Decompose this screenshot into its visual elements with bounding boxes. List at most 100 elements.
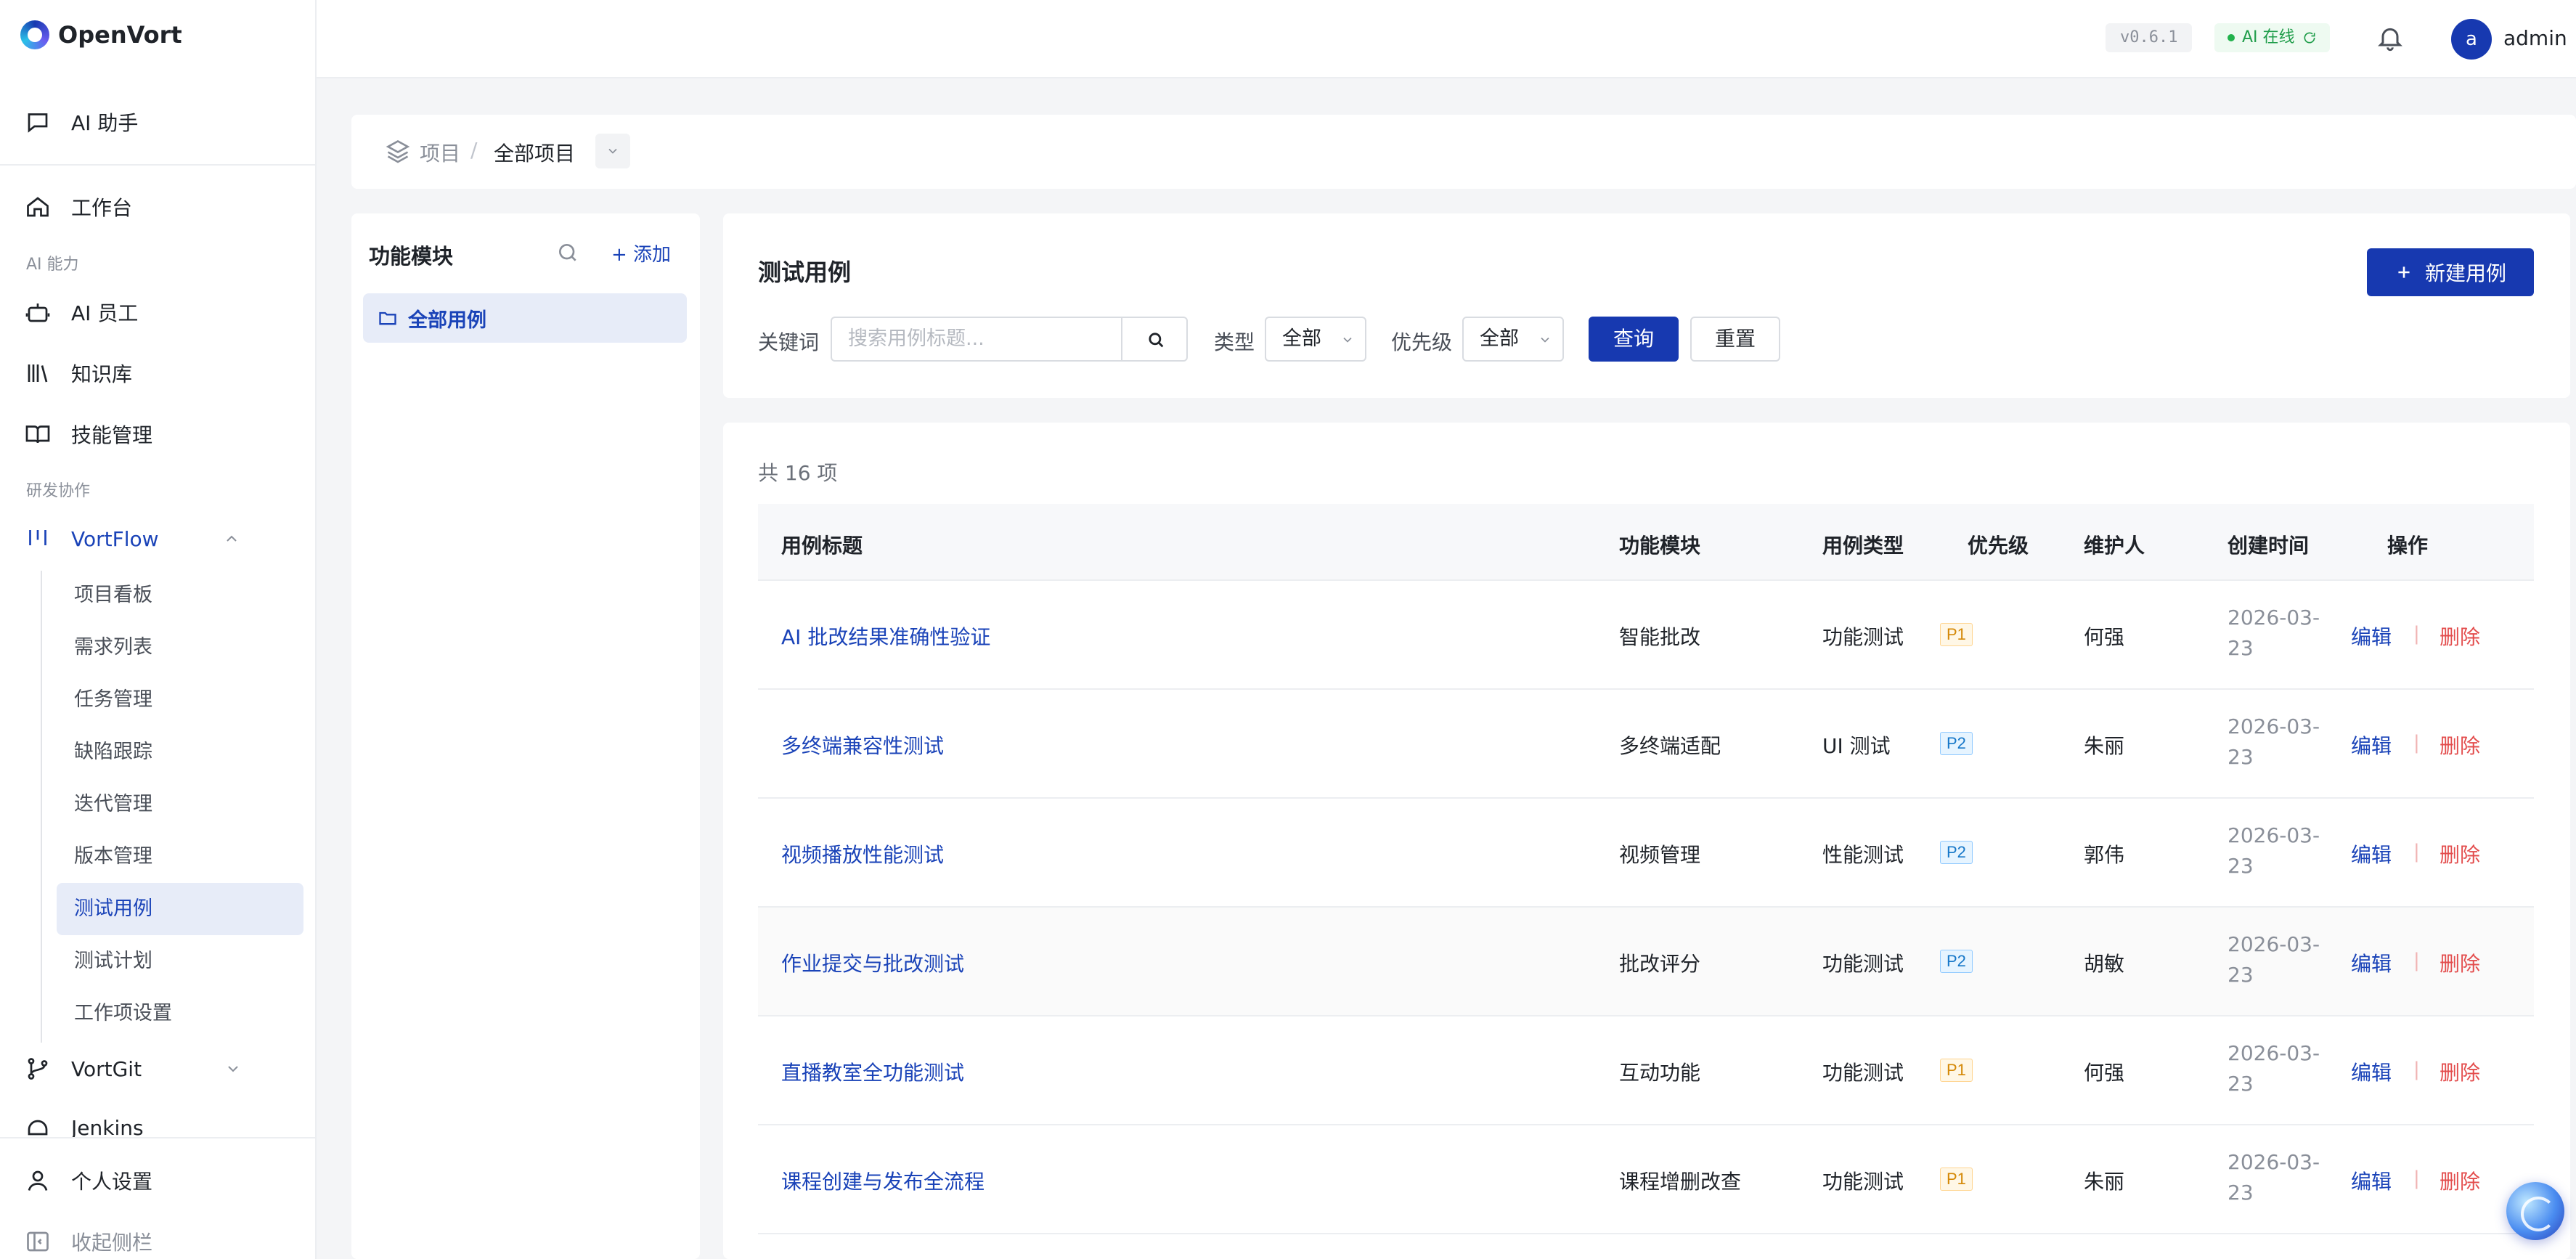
column-header-module: 功能模块 [1619, 534, 1701, 558]
sidebar-collapse-icon [27, 1231, 49, 1252]
online-dot-icon [2227, 34, 2235, 41]
nav-group-ai: AI 能力 [26, 256, 79, 274]
module-panel: 功能模块 + 添加 全部用例 [351, 213, 700, 1259]
edit-button[interactable]: 编辑 [2351, 948, 2392, 977]
keyword-search-button[interactable] [1121, 317, 1188, 362]
new-case-button[interactable]: 新建用例 [2367, 248, 2534, 296]
keyword-input[interactable]: 搜索用例标题... [831, 317, 1121, 362]
vortflow-icon [29, 530, 46, 545]
chat-icon [28, 113, 48, 133]
sub-item-versions[interactable]: 版本管理 [57, 831, 303, 883]
chevron-down-icon [1343, 337, 1352, 343]
delete-button[interactable]: 删除 [2440, 839, 2480, 868]
table-row[interactable]: 课程创建与发布全流程 课程增删改查 功能测试 朱丽 2026-03- 23 P1 编辑 | 删除 [758, 1125, 2534, 1234]
priority-badge: P1 [1940, 1168, 1973, 1191]
nav-knowledge[interactable]: 知识库 [25, 359, 132, 388]
type-select[interactable]: 全部 [1265, 317, 1366, 362]
ai-status-label: AI 在线 [2242, 28, 2295, 46]
priority-badge: P2 [1940, 732, 1973, 755]
home-icon [27, 197, 49, 217]
layers-icon [386, 139, 410, 163]
table-row[interactable]: AI 批改结果准确性验证 智能批改 功能测试 何强 2026-03- 23 P1 编辑 | 删除 [758, 581, 2534, 690]
sub-item-test-cases[interactable]: 测试用例 [57, 883, 303, 935]
nav-collapse[interactable]: 收起侧栏 [25, 1227, 152, 1256]
add-module-button[interactable]: + 添加 [611, 240, 671, 266]
chevron-down-icon [228, 1066, 238, 1072]
case-title-link[interactable]: 直播教室全功能测试 [781, 1057, 964, 1086]
case-created: 2026-03- 23 [2227, 1150, 2320, 1205]
nav-divider [0, 164, 315, 166]
notification-bell-icon[interactable] [2376, 22, 2405, 54]
nav-personal[interactable]: 个人设置 [25, 1166, 152, 1195]
delete-button[interactable]: 删除 [2440, 948, 2480, 977]
column-header-created: 创建时间 [2227, 534, 2310, 558]
total-count: 共 16 项 [758, 461, 838, 485]
case-owner: 何强 [2084, 625, 2125, 649]
breadcrumb: 项目 / 全部项目 [351, 115, 2576, 189]
logo[interactable]: OpenVort [20, 20, 182, 49]
reset-button[interactable]: 重置 [1690, 317, 1780, 362]
case-title-link[interactable]: 多终端兼容性测试 [781, 730, 944, 759]
table-header: 用例标题 功能模块 用例类型 优先级 维护人 创建时间 操作 [758, 504, 2534, 581]
case-created: 2026-03- 23 [2227, 606, 2320, 660]
test-case-table: 共 16 项 用例标题 功能模块 用例类型 优先级 维护人 创建时间 操作 AI… [723, 423, 2570, 1259]
case-module: 批改评分 [1619, 952, 1701, 976]
sub-item-requirements[interactable]: 需求列表 [57, 622, 303, 674]
module-item-all[interactable]: 全部用例 [363, 293, 687, 343]
project-switch-button[interactable] [595, 134, 630, 168]
case-owner: 郭伟 [2084, 843, 2125, 867]
chevron-up-icon [226, 535, 237, 542]
ai-status-badge[interactable]: AI 在线 [2214, 23, 2330, 52]
openvort-logo-icon [20, 20, 49, 49]
new-case-label: 新建用例 [2424, 261, 2506, 285]
delete-button[interactable]: 删除 [2440, 730, 2480, 759]
sub-item-settings[interactable]: 工作项设置 [57, 987, 303, 1040]
action-separator: | [2413, 1168, 2420, 1189]
nav-vortgit[interactable]: VortGit [25, 1056, 242, 1082]
ai-assistant-float-button[interactable] [2506, 1182, 2564, 1240]
sub-item-tasks[interactable]: 任务管理 [57, 674, 303, 726]
delete-button[interactable]: 删除 [2440, 622, 2480, 651]
nav-ai-staff[interactable]: AI 员工 [25, 298, 138, 327]
sub-item-bugs[interactable]: 缺陷跟踪 [57, 726, 303, 778]
username[interactable]: admin [2503, 26, 2567, 50]
sub-item-iterations[interactable]: 迭代管理 [57, 778, 303, 831]
table-row[interactable]: 多终端兼容性测试 多终端适配 UI 测试 朱丽 2026-03- 23 P2 编辑 | 删除 [758, 690, 2534, 799]
delete-button[interactable]: 删除 [2440, 1057, 2480, 1086]
nav-collapse-label: 收起侧栏 [71, 1231, 153, 1255]
priority-select[interactable]: 全部 [1462, 317, 1564, 362]
edit-button[interactable]: 编辑 [2351, 1166, 2392, 1195]
column-header-owner: 维护人 [2084, 534, 2145, 558]
case-title-link[interactable]: 课程创建与发布全流程 [781, 1166, 985, 1195]
edit-button[interactable]: 编辑 [2351, 1057, 2392, 1086]
sub-item-board[interactable]: 项目看板 [57, 569, 303, 622]
edit-button[interactable]: 编辑 [2351, 839, 2392, 868]
library-icon [28, 364, 48, 383]
table-row[interactable]: 视频播放性能测试 视频管理 性能测试 郭伟 2026-03- 23 P2 编辑 | 删除 [758, 799, 2534, 908]
case-title-link[interactable]: AI 批改结果准确性验证 [781, 622, 990, 651]
edit-button[interactable]: 编辑 [2351, 622, 2392, 651]
filter-card: 测试用例 新建用例 关键词 搜索用例标题... 类型 全部 优先级 全部 查询 … [723, 213, 2570, 398]
nav-vortflow[interactable]: VortFlow [25, 526, 240, 552]
nav-skills[interactable]: 技能管理 [25, 420, 152, 449]
case-title-link[interactable]: 视频播放性能测试 [781, 839, 944, 868]
case-created: 2026-03- 23 [2227, 932, 2320, 987]
case-title-link[interactable]: 作业提交与批改测试 [781, 948, 964, 977]
table-row[interactable]: 作业提交与批改测试 批改评分 功能测试 胡敏 2026-03- 23 P2 编辑 | 删除 [758, 908, 2534, 1016]
case-created: 2026-03- 23 [2227, 823, 2320, 878]
column-header-actions: 操作 [2387, 534, 2429, 558]
sub-item-test-plans[interactable]: 测试计划 [57, 935, 303, 987]
delete-button[interactable]: 删除 [2440, 1166, 2480, 1195]
nav-workbench[interactable]: 工作台 [25, 192, 132, 221]
avatar[interactable]: a [2451, 19, 2492, 60]
breadcrumb-root[interactable]: 项目 [420, 138, 460, 167]
nav-ai-assistant[interactable]: AI 助手 [25, 107, 138, 137]
edit-button[interactable]: 编辑 [2351, 730, 2392, 759]
query-button[interactable]: 查询 [1589, 317, 1679, 362]
search-icon[interactable] [556, 241, 579, 264]
nav-workbench-label: 工作台 [71, 196, 133, 220]
search-icon [1149, 333, 1164, 348]
nav-jenkins[interactable]: Jenkins [25, 1117, 144, 1138]
topbar: v0.6.1 AI 在线 a admin [317, 0, 2576, 78]
table-row[interactable]: 直播教室全功能测试 互动功能 功能测试 何强 2026-03- 23 P1 编辑 | 删除 [758, 1016, 2534, 1125]
